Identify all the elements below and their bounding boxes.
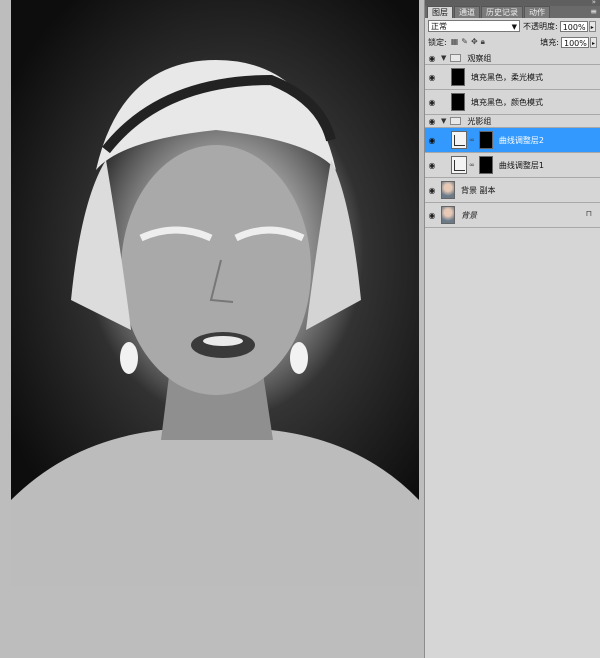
layer-curves-2[interactable]: ◉ ∞ 曲线调整层2 — [425, 128, 600, 153]
layer-group-light[interactable]: ◉ ▼ 光影组 — [425, 115, 600, 128]
lock-move-icon[interactable]: ✥ — [471, 37, 478, 47]
layer-name: 背景 — [461, 210, 477, 220]
layer-name: 曲线调整层1 — [498, 160, 544, 170]
layer-background[interactable]: ◉ 背景 ⊓ — [425, 203, 600, 228]
opacity-label: 不透明度: — [523, 21, 558, 31]
curves-adjustment-icon — [451, 156, 467, 174]
document-canvas-area[interactable] — [0, 0, 424, 658]
layer-name: 填充黑色，柔光模式 — [471, 72, 543, 82]
lock-icon: ⊓ — [585, 209, 592, 218]
layer-name: 观察组 — [467, 53, 492, 63]
layer-name: 光影组 — [467, 116, 492, 126]
fill-slider-button[interactable]: ▸ — [590, 36, 597, 48]
layer-name: 填充黑色，颜色模式 — [471, 97, 543, 107]
layer-thumbnail — [451, 93, 465, 111]
layer-thumbnail — [451, 68, 465, 86]
folder-icon — [450, 117, 462, 125]
portrait-illustration — [11, 60, 419, 586]
layers-list: ◉ ▼ 观察组 ◉ 填充黑色，柔光模式 ◉ 填充黑色，颜色模式 ◉ ▼ 光影组 … — [425, 52, 600, 228]
layer-name: 曲线调整层2 — [498, 135, 544, 145]
visibility-eye-icon[interactable]: ◉ — [425, 161, 439, 170]
layer-name: 背景 副本 — [461, 185, 496, 195]
visibility-eye-icon[interactable]: ◉ — [425, 186, 439, 195]
opacity-input[interactable]: 100% — [559, 20, 588, 32]
layer-fill-softlight[interactable]: ◉ 填充黑色，柔光模式 — [425, 65, 600, 90]
blend-mode-value: 正常 — [431, 22, 447, 31]
lock-row: 锁定: ▦ ✎ ✥ 🔒︎ 填充: 100% ▸ — [425, 34, 600, 50]
layer-mask-thumbnail[interactable] — [478, 131, 493, 149]
portrait-photo[interactable] — [11, 0, 419, 586]
fill-label: 填充: — [540, 37, 559, 47]
fill-input[interactable]: 100% — [561, 36, 589, 48]
tab-history[interactable]: 历史记录 — [481, 6, 523, 18]
lock-label: 锁定: — [428, 37, 447, 47]
layers-empty-area[interactable] — [425, 228, 600, 658]
tab-channels[interactable]: 通道 — [454, 6, 480, 18]
layer-group-observe[interactable]: ◉ ▼ 观察组 — [425, 52, 600, 65]
opacity-slider-button[interactable]: ▸ — [588, 20, 596, 32]
visibility-eye-icon[interactable]: ◉ — [425, 136, 439, 145]
lock-transparent-icon[interactable]: ▦ — [451, 37, 459, 47]
folder-icon — [450, 54, 462, 62]
link-chain-icon[interactable]: ∞ — [469, 161, 475, 169]
tab-layers[interactable]: 图层 — [427, 6, 453, 18]
lock-paint-icon[interactable]: ✎ — [461, 37, 468, 47]
blend-row: 正常 ▼ 不透明度: 100% ▸ — [425, 18, 600, 34]
layer-mask-thumbnail[interactable] — [478, 156, 493, 174]
visibility-eye-icon[interactable]: ◉ — [425, 211, 439, 220]
link-chain-icon[interactable]: ∞ — [469, 136, 475, 144]
expand-triangle-icon[interactable]: ▼ — [441, 117, 446, 125]
lock-all-icon[interactable]: 🔒︎ — [481, 37, 485, 47]
panel-menu-icon[interactable]: ≡ — [590, 7, 597, 16]
layer-fill-color[interactable]: ◉ 填充黑色，颜色模式 — [425, 90, 600, 115]
curves-adjustment-icon — [451, 131, 467, 149]
visibility-eye-icon[interactable]: ◉ — [425, 73, 439, 82]
layers-panel: » 图层 通道 历史记录 动作 ≡ 正常 ▼ 不透明度: 100% ▸ 锁定: … — [424, 0, 600, 658]
layer-curves-1[interactable]: ◉ ∞ 曲线调整层1 — [425, 153, 600, 178]
layer-background-copy[interactable]: ◉ 背景 副本 — [425, 178, 600, 203]
tab-actions[interactable]: 动作 — [524, 6, 550, 18]
expand-triangle-icon[interactable]: ▼ — [441, 54, 446, 62]
visibility-eye-icon[interactable]: ◉ — [425, 117, 439, 126]
layer-thumbnail — [441, 206, 455, 224]
visibility-eye-icon[interactable]: ◉ — [425, 98, 439, 107]
panel-tabs: 图层 通道 历史记录 动作 ≡ — [425, 6, 600, 18]
chevron-down-icon: ▼ — [511, 23, 517, 31]
visibility-eye-icon[interactable]: ◉ — [425, 54, 439, 63]
layer-thumbnail — [441, 181, 455, 199]
blend-mode-select[interactable]: 正常 ▼ — [428, 20, 520, 32]
